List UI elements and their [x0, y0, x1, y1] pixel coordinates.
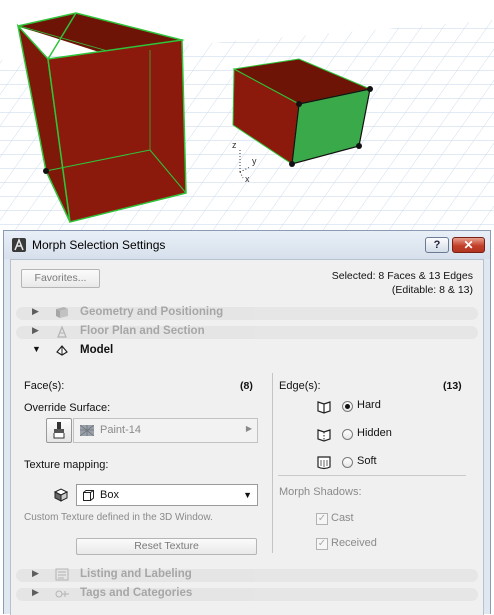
viewport-canvas[interactable]: z y x	[0, 0, 494, 232]
expand-arrow-icon: ▶	[32, 306, 39, 316]
faces-label: Face(s):	[24, 380, 65, 392]
collapse-arrow-icon: ▼	[32, 344, 41, 354]
edge-hard-label[interactable]: Hard	[357, 399, 381, 411]
edges-separator	[278, 475, 466, 476]
hidden-edge-icon	[317, 429, 331, 442]
edge-soft-radio[interactable]	[342, 457, 353, 468]
expand-arrow-icon: ▶	[32, 587, 39, 597]
section-label-model: Model	[80, 344, 114, 356]
section-listing-labeling[interactable]: ▶ Listing and Labeling	[16, 566, 478, 584]
override-surface-label: Override Surface:	[24, 402, 111, 414]
box-mapping-icon	[83, 490, 94, 501]
paint-brush-icon	[53, 422, 65, 439]
geometry-icon	[56, 307, 68, 318]
override-surface-button[interactable]	[46, 418, 72, 443]
3d-viewport[interactable]: z y x	[0, 0, 494, 232]
axis-x-label: x	[245, 174, 250, 184]
expand-arrow-icon: ▶	[32, 568, 39, 578]
edges-count: (13)	[443, 380, 462, 392]
soft-edge-icon	[317, 456, 331, 470]
axis-z-label: z	[232, 140, 237, 150]
reset-texture-button[interactable]: Reset Texture	[76, 538, 257, 555]
help-button[interactable]: ?	[425, 237, 449, 253]
edge-hidden-label[interactable]: Hidden	[357, 427, 392, 439]
received-shadow-label: Received	[331, 537, 377, 549]
section-tags-categories[interactable]: ▶ Tags and Categories	[16, 585, 478, 603]
dialog-titlebar[interactable]: Morph Selection Settings ? ✕	[4, 231, 490, 259]
selection-editable: (Editable: 8 & 13)	[391, 284, 473, 296]
column-divider	[272, 373, 273, 553]
texture-mapping-icon[interactable]	[52, 487, 72, 503]
faces-count: (8)	[240, 380, 253, 392]
edge-hidden-radio[interactable]	[342, 429, 353, 440]
morph-shadows-label: Morph Shadows:	[279, 486, 362, 498]
archicad-app-icon	[12, 238, 26, 252]
surface-picker[interactable]: Paint-14 ▶	[73, 418, 258, 443]
section-model[interactable]: ▼ Model	[16, 342, 478, 360]
dialog-content: Favorites... Selected: 8 Faces & 13 Edge…	[10, 259, 484, 615]
section-label-tags: Tags and Categories	[80, 587, 193, 599]
cast-shadow-checkbox[interactable]: ✓	[316, 513, 328, 525]
section-geometry-positioning[interactable]: ▶ Geometry and Positioning	[16, 304, 478, 322]
edge-soft-label[interactable]: Soft	[357, 455, 377, 467]
surface-arrow-icon: ▶	[245, 424, 252, 433]
selection-summary: Selected: 8 Faces & 13 Edges	[331, 270, 473, 282]
texture-mapping-label: Texture mapping:	[24, 459, 109, 471]
close-button[interactable]: ✕	[452, 237, 485, 253]
texture-mapping-dropdown[interactable]: Box ▼	[76, 484, 258, 506]
section-label-floor-plan: Floor Plan and Section	[80, 325, 205, 337]
selection-info: Selected: 8 Faces & 13 Edges (Editable: …	[332, 269, 473, 297]
cast-shadow-label: Cast	[331, 512, 354, 524]
listing-icon	[55, 568, 69, 581]
tags-icon	[55, 590, 69, 598]
dropdown-arrow-icon: ▼	[243, 490, 252, 500]
favorites-button[interactable]: Favorites...	[21, 269, 100, 288]
expand-arrow-icon: ▶	[32, 325, 39, 335]
surface-swatch-icon	[80, 425, 94, 436]
custom-texture-note: Custom Texture defined in the 3D Window.	[24, 512, 213, 523]
surface-value: Paint-14	[100, 424, 141, 436]
section-floor-plan[interactable]: ▶ Floor Plan and Section	[16, 323, 478, 341]
edges-label: Edge(s):	[279, 380, 321, 392]
texture-mapping-value: Box	[100, 489, 119, 501]
floor-plan-icon	[57, 325, 67, 338]
section-label-geometry: Geometry and Positioning	[80, 306, 224, 318]
axis-y-label: y	[252, 156, 257, 166]
section-label-listing: Listing and Labeling	[80, 568, 192, 580]
model-icon	[56, 345, 68, 356]
hard-edge-icon	[317, 401, 331, 414]
edge-hard-radio[interactable]	[342, 401, 353, 412]
received-shadow-checkbox[interactable]: ✓	[316, 538, 328, 550]
dialog-title: Morph Selection Settings	[32, 238, 166, 252]
morph-selection-settings-dialog: Morph Selection Settings ? ✕ Favorites..…	[3, 230, 491, 615]
